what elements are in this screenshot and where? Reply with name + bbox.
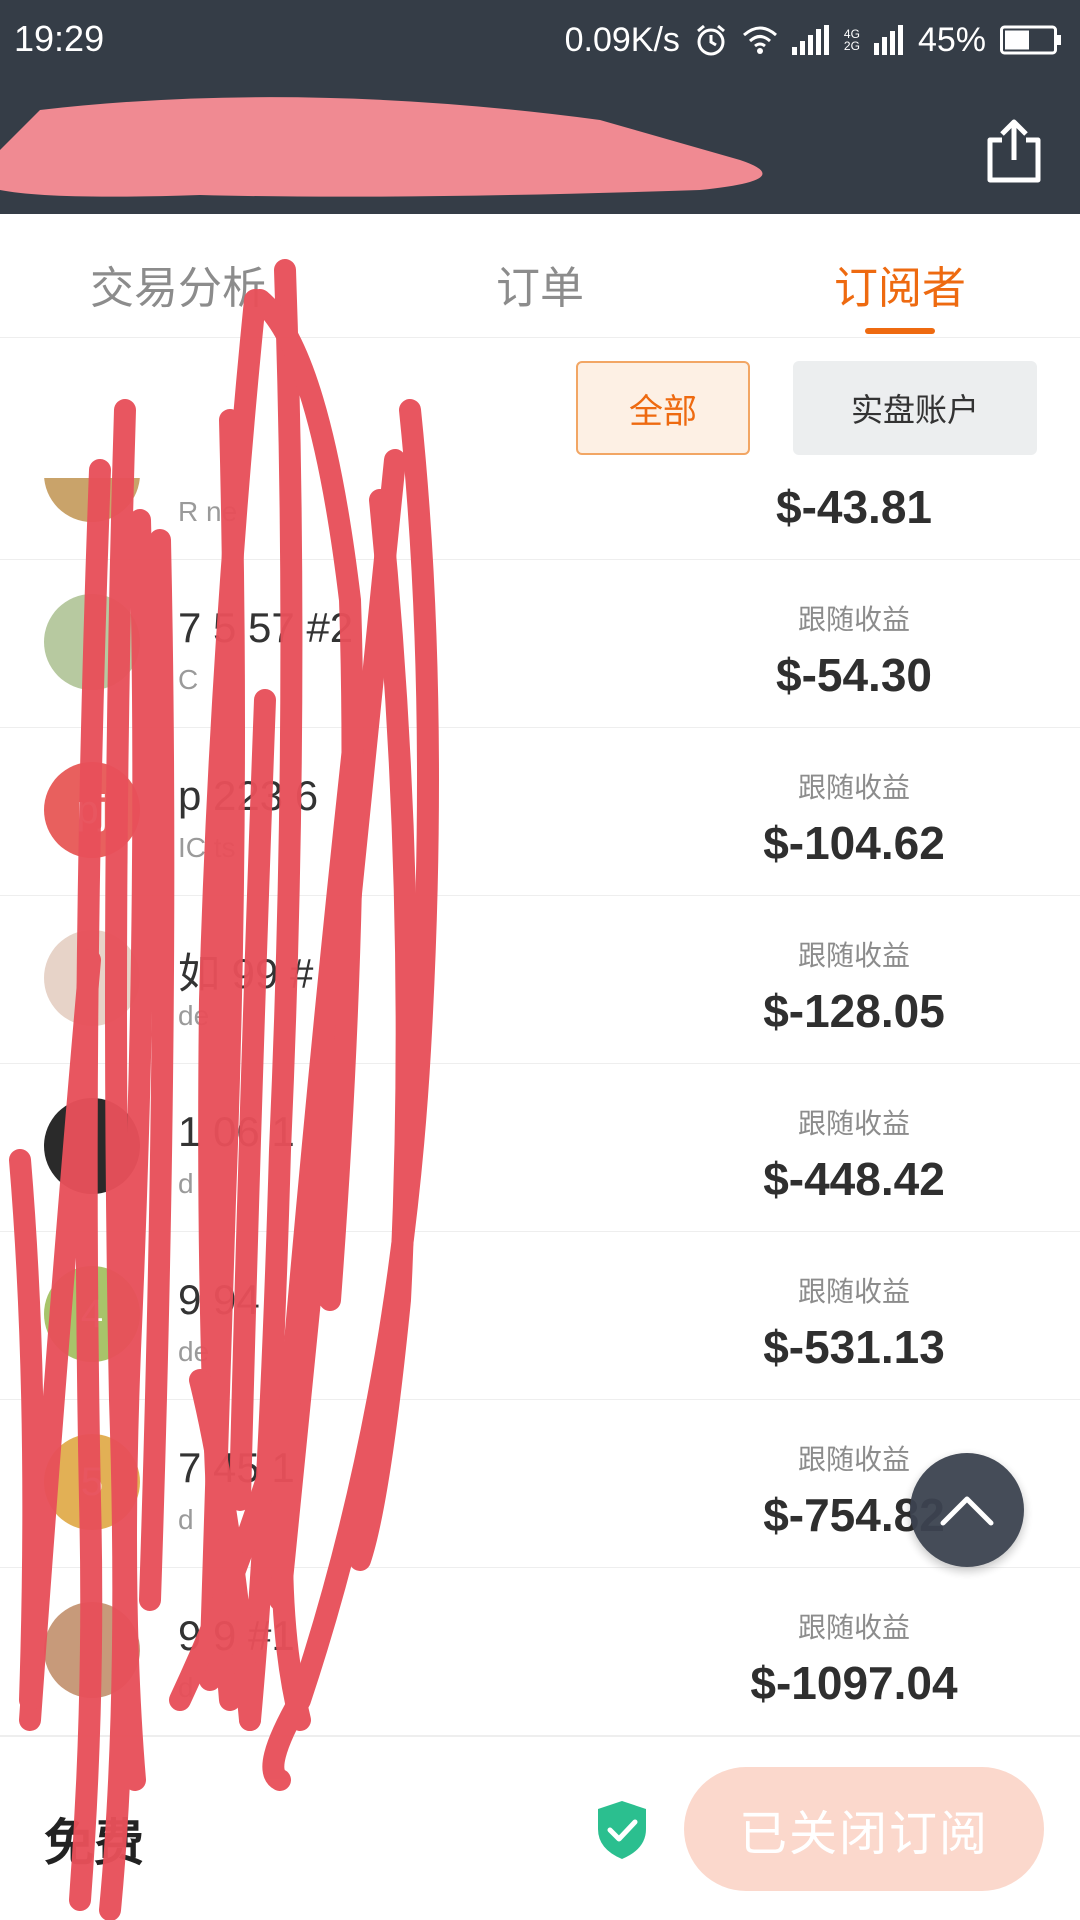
- avatar: [44, 1098, 140, 1194]
- share-icon: [987, 119, 1041, 183]
- list-item[interactable]: 7 5 57 #2 C 跟随收益 $-54.30: [0, 560, 1080, 728]
- avatar: pj: [44, 762, 140, 858]
- network-speed: 0.09K/s: [564, 20, 680, 59]
- user-name: 7 5 57 #2: [178, 604, 354, 651]
- app-header: [0, 80, 1080, 214]
- user-name: p 223 6: [178, 772, 319, 819]
- user-subtitle: R ne: [178, 496, 238, 527]
- wifi-icon: [742, 25, 778, 55]
- profit-value: $-128.05: [763, 985, 945, 1037]
- closed-subscription-button[interactable]: 已关闭订阅: [684, 1767, 1044, 1891]
- bottom-bar: 免费 已关闭订阅: [0, 1736, 1080, 1920]
- avatar: [44, 478, 140, 522]
- list-item[interactable]: 1 06 1 d 跟随收益 $-448.42: [0, 1064, 1080, 1232]
- profit-value: $-54.30: [775, 649, 932, 701]
- network-type: 4G 2G: [843, 27, 860, 53]
- signal-icon-2: [873, 25, 904, 55]
- profit-value: $-1097.04: [750, 1657, 958, 1709]
- profit-label: 跟随收益: [797, 1275, 910, 1308]
- chevron-up-icon: [940, 1496, 994, 1526]
- signal-icon: [791, 25, 830, 55]
- battery-level: 45%: [917, 20, 986, 59]
- profit-value: $-448.42: [763, 1153, 945, 1205]
- list-item[interactable]: 9 9 #1 d 跟随收益 $-1097.04: [0, 1568, 1080, 1736]
- profit-value: $-531.13: [763, 1321, 945, 1373]
- user-subtitle: de: [178, 1336, 210, 1367]
- avatar: 5: [44, 1434, 140, 1530]
- user-name: 9 94: [178, 1276, 260, 1323]
- status-bar: 19:29 0.09K/s 4G 2G 45%: [0, 0, 1080, 80]
- profit-value: $-43.81: [775, 481, 932, 533]
- user-name: 如 99 #: [178, 950, 314, 997]
- list-item[interactable]: R ne $-43.81: [0, 478, 1080, 560]
- share-button[interactable]: [982, 116, 1046, 186]
- profit-label: 跟随收益: [797, 603, 910, 636]
- user-subtitle: de: [178, 1000, 210, 1031]
- back-to-top-button[interactable]: [910, 1453, 1024, 1567]
- filter-all-button[interactable]: 全部: [576, 361, 750, 455]
- avatar: [44, 1602, 140, 1698]
- price-label: 免费: [44, 1814, 144, 1872]
- profit-label: 跟随收益: [797, 1611, 910, 1644]
- list-item[interactable]: 4 9 94 de 跟随收益 $-531.13: [0, 1232, 1080, 1400]
- profit-label: 跟随收益: [797, 939, 910, 972]
- user-subtitle: IC ts: [178, 832, 236, 863]
- status-time: 19:29: [14, 18, 105, 59]
- avatar: [44, 930, 140, 1026]
- user-subtitle: C: [178, 664, 199, 695]
- tab-subscribers[interactable]: 订阅者: [834, 252, 966, 316]
- user-name: 7 45 1: [178, 1444, 295, 1491]
- shield-check-icon: [598, 1801, 646, 1859]
- user-name: 1 06 1: [178, 1108, 295, 1155]
- list-item[interactable]: 如 99 # de 跟随收益 $-128.05: [0, 896, 1080, 1064]
- avatar: 4: [44, 1266, 140, 1362]
- battery-icon: [1000, 25, 1062, 55]
- user-subtitle: d: [178, 1672, 194, 1703]
- profit-value: $-104.62: [763, 817, 945, 869]
- tab-bar: 交易分析 订单 订阅者: [0, 222, 1080, 338]
- user-subtitle: d: [178, 1504, 194, 1535]
- tab-orders[interactable]: 订单: [496, 252, 584, 316]
- subscriber-list: R ne $-43.81 7 5 57 #2 C 跟随收益 $-54.30 pj…: [0, 478, 1080, 1736]
- user-subtitle: d: [178, 1168, 194, 1199]
- tab-trade-analysis[interactable]: 交易分析: [90, 252, 266, 316]
- profit-label: 跟随收益: [797, 771, 910, 804]
- list-item[interactable]: pj p 223 6 IC ts 跟随收益 $-104.62: [0, 728, 1080, 896]
- profit-label: 跟随收益: [797, 1107, 910, 1140]
- user-name: 9 9 #1: [178, 1612, 295, 1659]
- active-tab-indicator: [865, 328, 935, 334]
- avatar: [44, 594, 140, 690]
- redaction-mark: [0, 97, 763, 197]
- alarm-icon: [694, 23, 728, 57]
- status-indicators: 0.09K/s 4G 2G 45%: [565, 18, 1062, 62]
- filter-real-account-button[interactable]: 实盘账户: [793, 361, 1037, 455]
